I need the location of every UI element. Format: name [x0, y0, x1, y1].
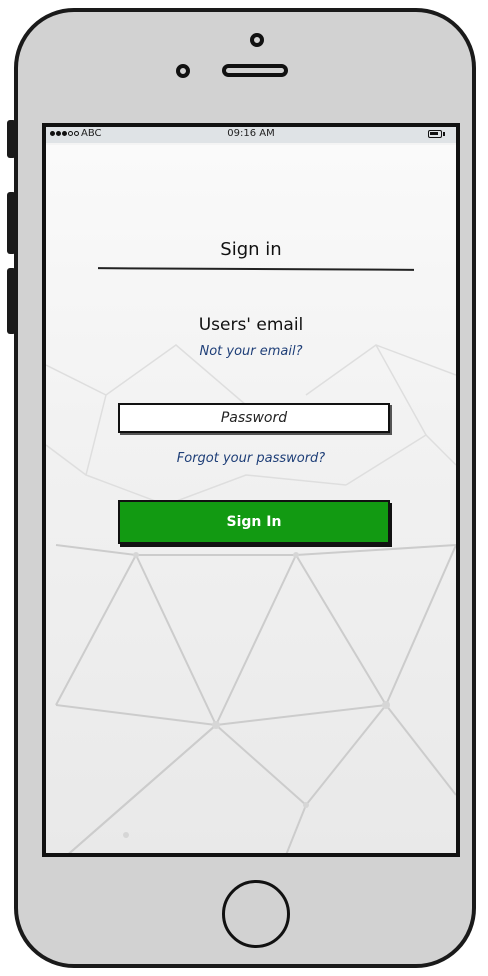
- battery-icon: [428, 130, 442, 138]
- status-time: 09:16 AM: [227, 128, 275, 139]
- sensor-icon: [176, 64, 190, 78]
- page-title: Sign in: [220, 239, 282, 260]
- status-bar: ABC 09:16 AM: [46, 127, 456, 143]
- battery-tip: [443, 132, 445, 136]
- password-input[interactable]: [118, 403, 390, 433]
- home-button-icon[interactable]: [222, 880, 290, 948]
- phone-mockup: ABC 09:16 AM Sign in Users' email Not yo…: [0, 0, 488, 976]
- phone-screen: ABC 09:16 AM Sign in Users' email Not yo…: [42, 123, 460, 857]
- user-email-label: Users' email: [198, 315, 304, 335]
- forgot-password-link[interactable]: Forgot your password?: [46, 451, 456, 466]
- speaker-icon: [222, 64, 288, 77]
- sign-in-button[interactable]: Sign In: [118, 500, 390, 544]
- camera-icon: [250, 33, 264, 47]
- not-your-email-link[interactable]: Not your email?: [46, 344, 456, 359]
